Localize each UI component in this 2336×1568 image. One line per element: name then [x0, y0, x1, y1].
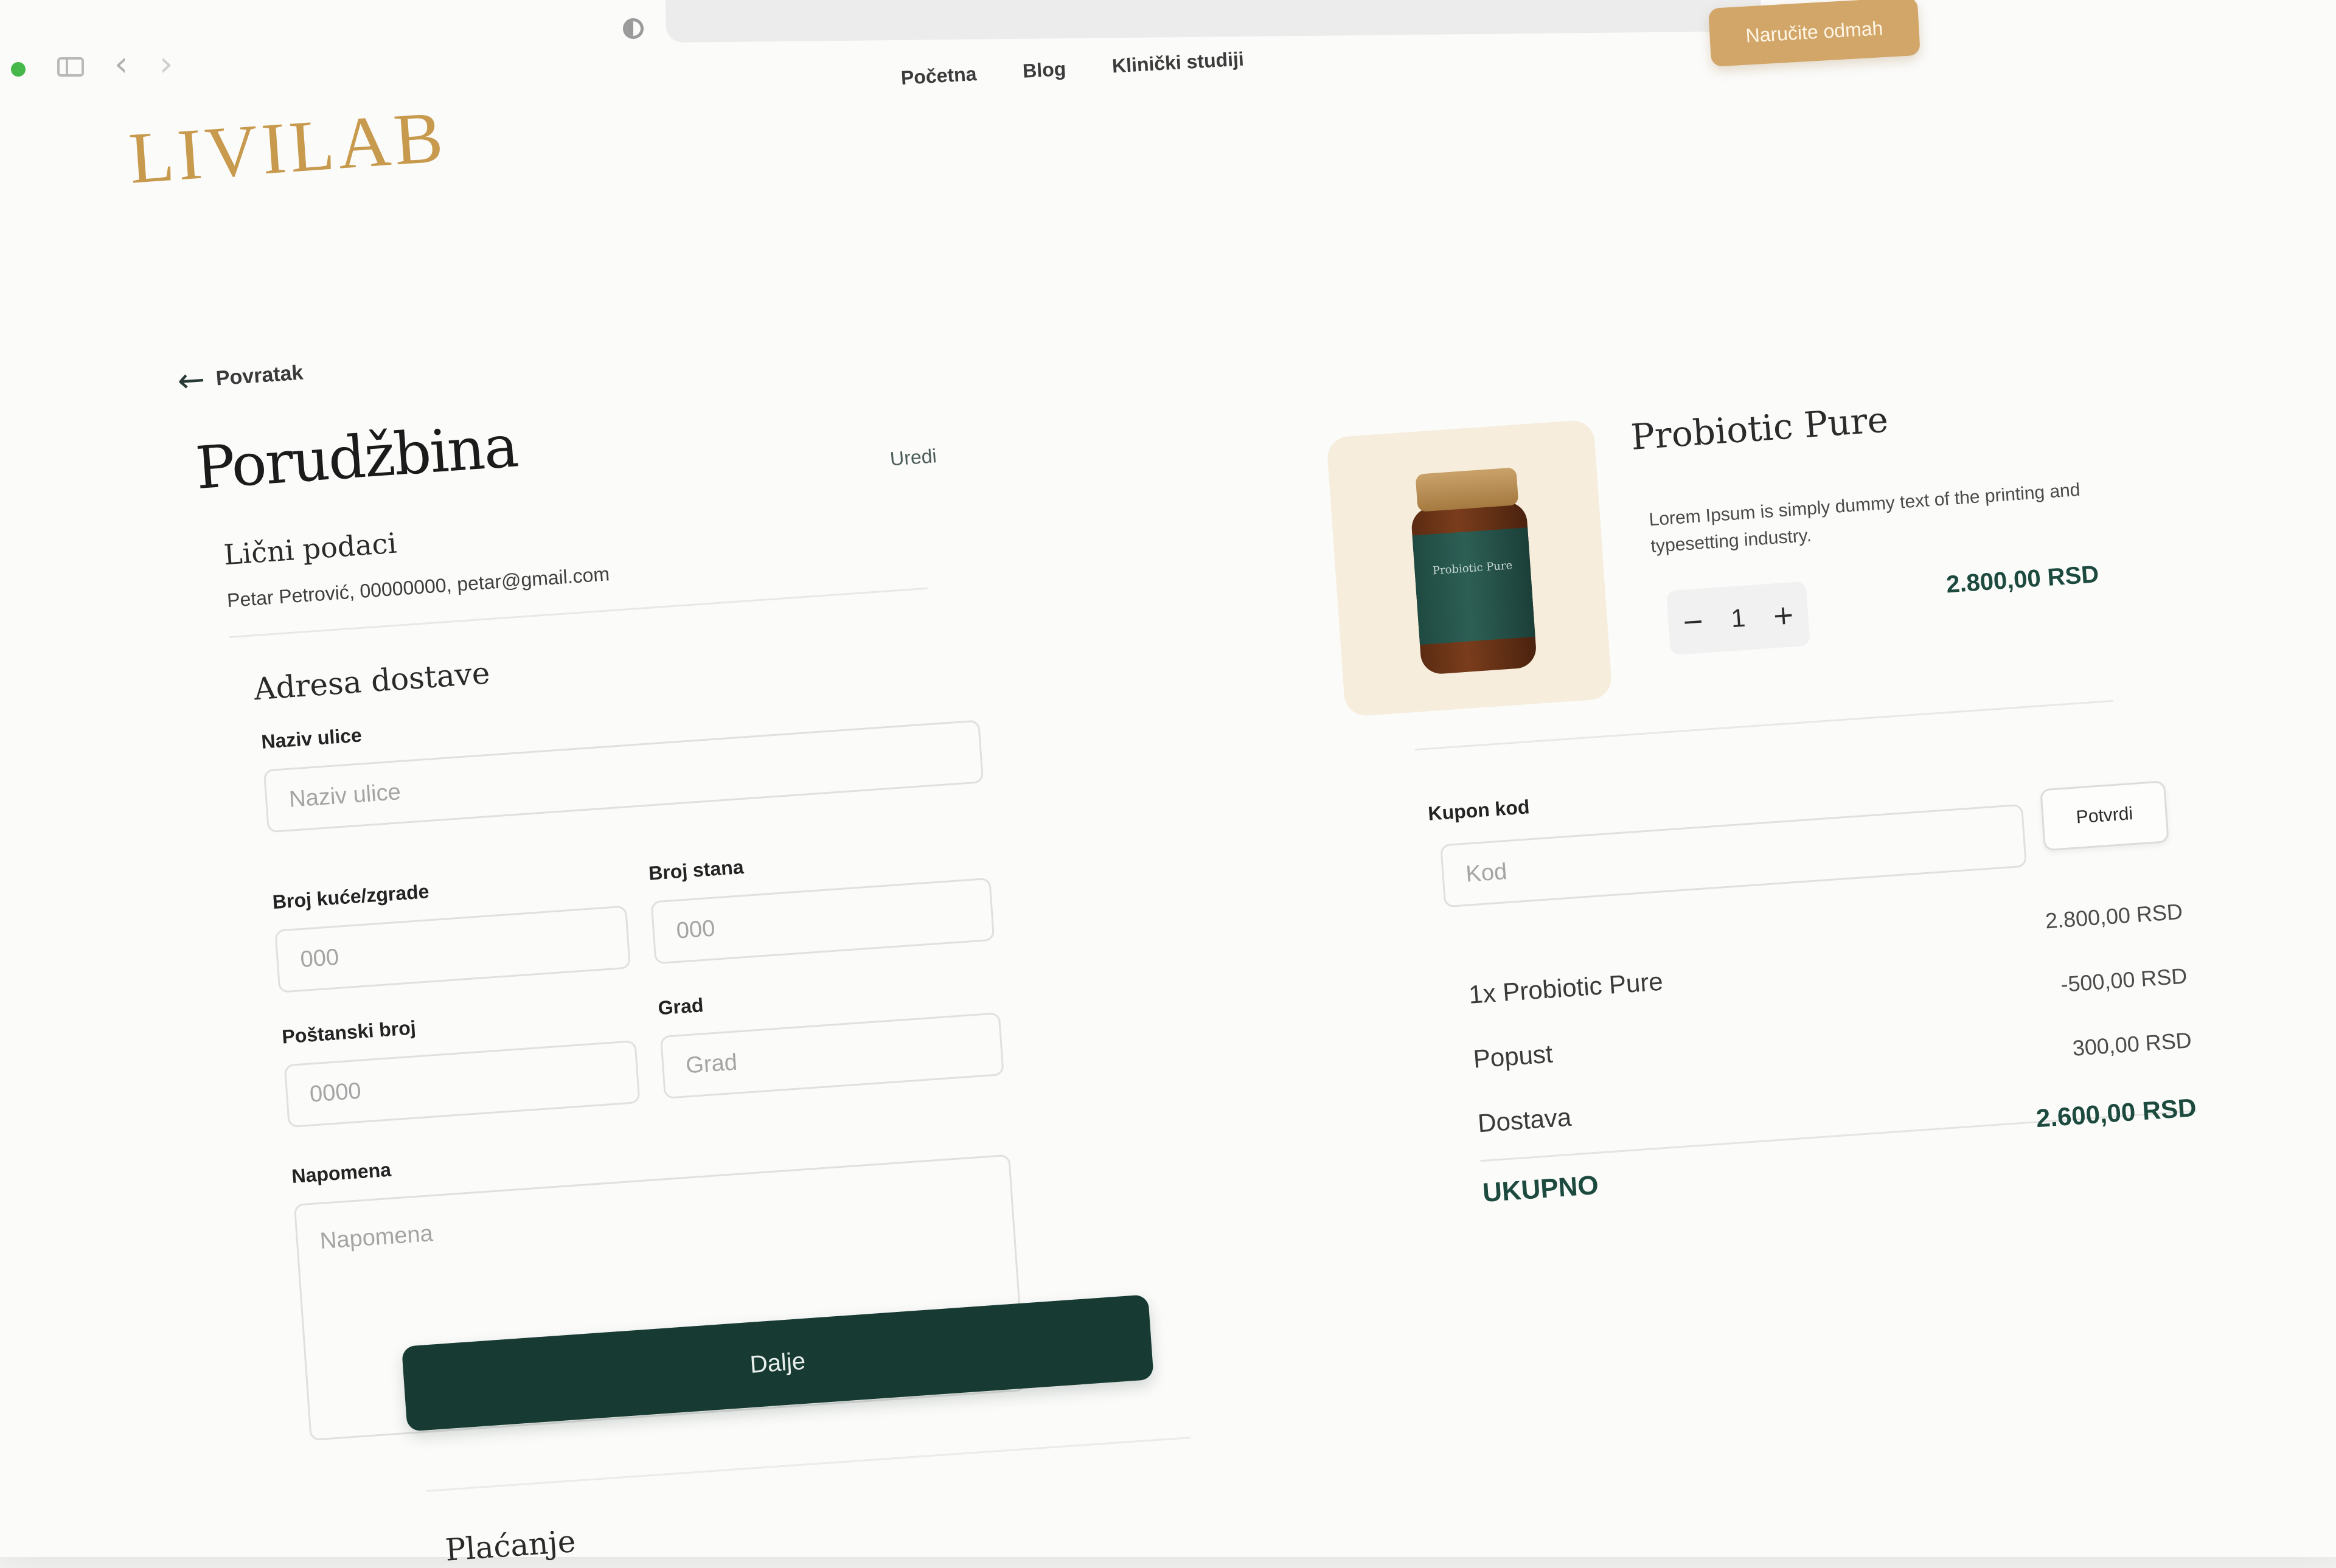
back-label: Povratak [215, 361, 304, 390]
nav-item-home[interactable]: Početna [900, 63, 977, 89]
summary-row-amount: 2.800,00 RSD [2044, 898, 2184, 934]
browser-forward-icon[interactable]: › [159, 47, 173, 82]
summary-row-label: Dostava [1476, 1102, 1573, 1138]
minus-icon[interactable]: − [1681, 605, 1705, 637]
privacy-shield-icon[interactable] [623, 18, 644, 39]
quantity-value: 1 [1729, 603, 1747, 633]
street-input[interactable]: Naziv ulice [263, 720, 984, 833]
summary-row-amount: 300,00 RSD [2071, 1027, 2192, 1061]
summary-row: 1x Probiotic Pure 2.800,00 RSD [1467, 899, 2186, 1010]
total-amount: 2.600,00 RSD [2035, 1092, 2197, 1133]
arrow-left-icon: ← [176, 359, 207, 400]
total-row: UKUPNO 2.600,00 RSD [1481, 1093, 2200, 1209]
plus-icon[interactable]: + [1771, 599, 1795, 631]
browser-chrome: ‹ › [0, 0, 2336, 91]
street-label: Naziv ulice [260, 724, 363, 753]
city-label: Grad [657, 994, 704, 1019]
browser-back-icon[interactable]: ‹ [114, 47, 128, 82]
nav-item-blog[interactable]: Blog [1022, 58, 1066, 83]
house-number-input[interactable]: 000 [274, 905, 631, 993]
city-input[interactable]: Grad [659, 1012, 1004, 1099]
coupon-input[interactable]: Kod [1440, 803, 2028, 908]
apartment-number-label: Broj stana [647, 856, 745, 884]
house-number-label: Broj kuće/zgrade [271, 880, 430, 914]
payment-section-title: Plaćanje [444, 1524, 577, 1568]
product-image: Probiotic Pure [1326, 419, 1613, 717]
personal-section-title: Lični podaci [223, 526, 398, 572]
supplement-bottle-icon: Probiotic Pure [1408, 467, 1538, 675]
total-label: UKUPNO [1481, 1170, 1600, 1209]
section-divider [426, 1437, 1191, 1492]
edit-personal-link[interactable]: Uredi [889, 445, 937, 470]
summary-divider [1415, 699, 2113, 751]
address-bar[interactable] [666, 0, 1761, 43]
order-now-button[interactable]: Naručite odmah [1708, 0, 1921, 67]
summary-row-label: Popust [1472, 1039, 1554, 1074]
window-dot-icon[interactable] [11, 62, 26, 77]
checkout-form: ← Povratak Porudžbina Lični podaci Uredi… [176, 301, 1162, 1441]
product-price: 2.800,00 RSD [1945, 561, 2100, 598]
product-name: Probiotic Pure [1629, 398, 1889, 458]
browser-window: ‹ › LIVILAB Početna Blog Klinički studij… [0, 0, 2336, 1568]
quantity-stepper: − 1 + [1666, 581, 1810, 656]
postal-code-input[interactable]: 0000 [283, 1040, 641, 1128]
postal-code-label: Poštanski broj [281, 1016, 417, 1048]
summary-row-label: 1x Probiotic Pure [1467, 966, 1664, 1009]
product-description: Lorem Ipsum is simply dummy text of the … [1648, 479, 2081, 557]
confirm-coupon-button[interactable]: Potvrdi [2040, 780, 2169, 852]
page-title: Porudžbina [193, 412, 520, 503]
summary-row: Popust -500,00 RSD [1472, 963, 2190, 1074]
apartment-number-input[interactable]: 000 [650, 877, 995, 965]
site-logo[interactable]: LIVILAB [127, 95, 449, 201]
summary-row-amount: -500,00 RSD [2060, 963, 2188, 997]
coupon-label: Kupon kod [1427, 796, 1531, 825]
order-summary: Probiotic Pure Probiotic Pure Lorem Ipsu… [1326, 374, 2236, 1208]
sidebar-toggle-icon[interactable] [57, 57, 84, 77]
note-label: Napomena [291, 1158, 392, 1187]
